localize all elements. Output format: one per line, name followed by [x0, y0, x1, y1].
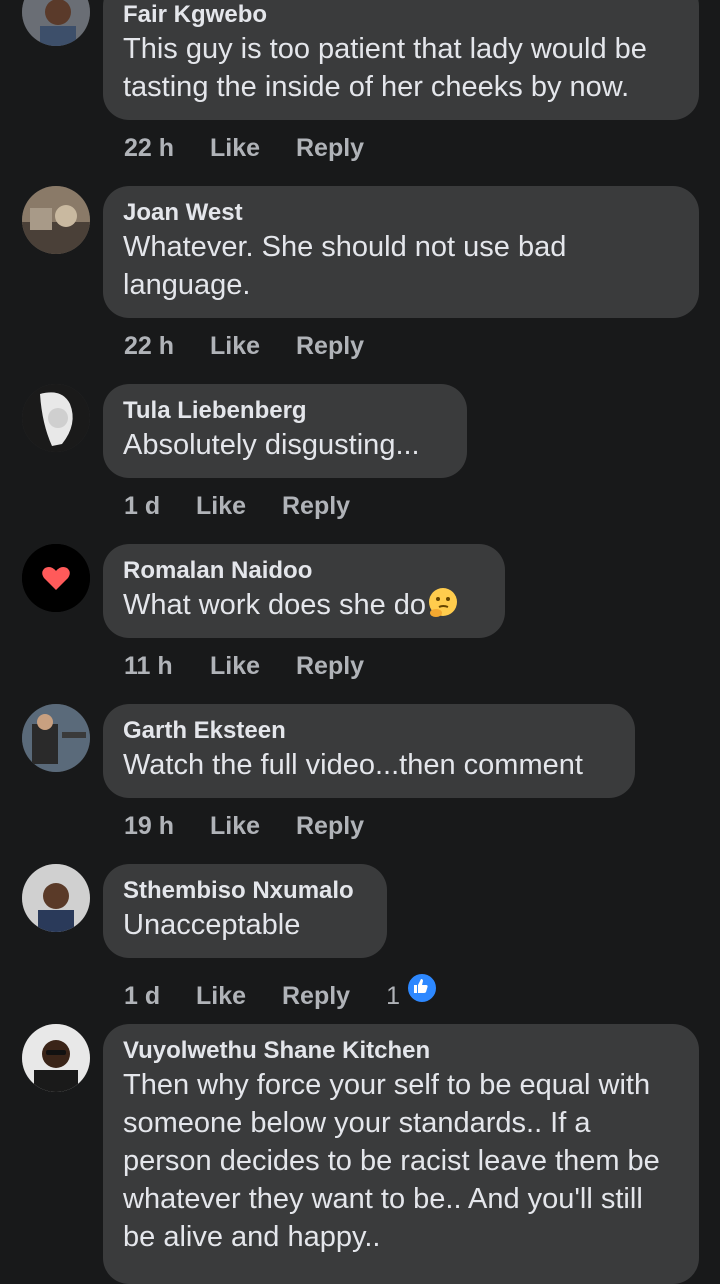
- reaction-count: 1: [386, 982, 400, 1010]
- comment-bubble: Vuyolwethu Shane Kitchen Then why force …: [103, 1024, 699, 1284]
- comment-timestamp[interactable]: 22 h: [124, 332, 210, 361]
- comment-actions: 1 d Like Reply 1: [124, 972, 438, 1011]
- like-button[interactable]: Like: [210, 134, 296, 163]
- comment-actions: 19 h Like Reply: [124, 812, 364, 841]
- comment-text: Absolutely disgusting...: [123, 429, 420, 461]
- reply-button[interactable]: Reply: [296, 332, 364, 361]
- comment-text: Whatever. She should not use bad languag…: [123, 231, 567, 301]
- like-button[interactable]: Like: [210, 332, 296, 361]
- reply-button[interactable]: Reply: [296, 812, 364, 841]
- comment-text: Unacceptable: [123, 909, 301, 941]
- comment-author[interactable]: Tula Liebenberg: [123, 396, 447, 426]
- comment-timestamp[interactable]: 1 d: [124, 982, 196, 1011]
- comment-text-row: What work does she do: [123, 586, 485, 624]
- comment-actions: 1 d Like Reply: [124, 492, 350, 521]
- comment-author[interactable]: Vuyolwethu Shane Kitchen: [123, 1036, 679, 1066]
- like-button[interactable]: Like: [210, 652, 296, 681]
- comment-text: Watch the full video...then comment: [123, 749, 583, 781]
- avatar[interactable]: [22, 864, 90, 932]
- avatar[interactable]: [22, 186, 90, 254]
- comment-author[interactable]: Sthembiso Nxumalo: [123, 876, 367, 906]
- comment-bubble: Garth Eksteen Watch the full video...the…: [103, 704, 635, 798]
- avatar[interactable]: [22, 544, 90, 612]
- comment-bubble: Fair Kgwebo This guy is too patient that…: [103, 0, 699, 120]
- comment-author[interactable]: Romalan Naidoo: [123, 556, 485, 586]
- comment-timestamp[interactable]: 19 h: [124, 812, 210, 841]
- like-reaction-icon: [406, 972, 438, 1004]
- reply-button[interactable]: Reply: [296, 134, 364, 163]
- avatar[interactable]: [22, 704, 90, 772]
- avatar[interactable]: [22, 1024, 90, 1092]
- avatar[interactable]: [22, 0, 90, 46]
- comment-actions: 22 h Like Reply: [124, 332, 364, 361]
- comment-timestamp[interactable]: 1 d: [124, 492, 196, 521]
- comment-bubble: Sthembiso Nxumalo Unacceptable: [103, 864, 387, 958]
- avatar[interactable]: [22, 384, 90, 452]
- comment-actions: 11 h Like Reply: [124, 652, 364, 681]
- comment-text: Then why force your self to be equal wit…: [123, 1069, 660, 1253]
- comment-text: What work does she do: [123, 589, 427, 621]
- comment-actions: 22 h Like Reply: [124, 134, 364, 163]
- like-button[interactable]: Like: [196, 492, 282, 521]
- reply-button[interactable]: Reply: [282, 492, 350, 521]
- thinking-face-icon: [429, 588, 458, 617]
- comment-text: This guy is too patient that lady would …: [123, 33, 647, 103]
- reply-button[interactable]: Reply: [282, 982, 350, 1011]
- comment-author[interactable]: Joan West: [123, 198, 679, 228]
- reply-button[interactable]: Reply: [296, 652, 364, 681]
- like-button[interactable]: Like: [210, 812, 296, 841]
- reaction-summary[interactable]: 1: [386, 972, 438, 1011]
- like-button[interactable]: Like: [196, 982, 282, 1011]
- comment-bubble: Romalan Naidoo What work does she do: [103, 544, 505, 638]
- comment-author[interactable]: Garth Eksteen: [123, 716, 615, 746]
- comment-bubble: Tula Liebenberg Absolutely disgusting...: [103, 384, 467, 478]
- comment-timestamp[interactable]: 22 h: [124, 134, 210, 163]
- comment-author[interactable]: Fair Kgwebo: [123, 0, 679, 30]
- comment-bubble: Joan West Whatever. She should not use b…: [103, 186, 699, 318]
- comment-timestamp[interactable]: 11 h: [124, 652, 210, 681]
